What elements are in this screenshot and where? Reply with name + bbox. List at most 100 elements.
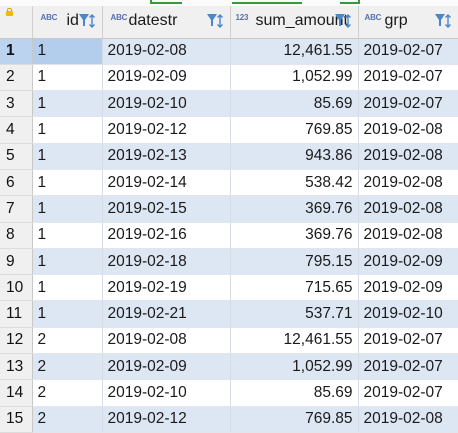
column-header-grp[interactable]: ABC grp: [358, 6, 458, 39]
string-type-icon: ABC: [364, 13, 382, 22]
cell-sum-amount[interactable]: 1,052.99: [230, 64, 359, 92]
column-header-id[interactable]: ABC id: [32, 6, 103, 39]
cell-datestr[interactable]: 2019-02-21: [102, 300, 231, 328]
cell-grp[interactable]: 2019-02-07: [358, 64, 458, 92]
table-row[interactable]: 9 1 2019-02-18 795.15 2019-02-09: [0, 248, 458, 276]
cell-grp[interactable]: 2019-02-07: [358, 327, 458, 355]
cell-sum-amount[interactable]: 12,461.55: [230, 38, 359, 65]
cell-id[interactable]: 1: [32, 90, 103, 118]
table-row[interactable]: 5 1 2019-02-13 943.86 2019-02-08: [0, 143, 458, 170]
row-number[interactable]: 1: [0, 38, 33, 65]
cell-sum-amount[interactable]: 769.85: [230, 116, 359, 144]
cell-datestr[interactable]: 2019-02-12: [102, 406, 231, 433]
row-number[interactable]: 2: [0, 64, 33, 92]
cell-datestr[interactable]: 2019-02-18: [102, 248, 231, 276]
row-number[interactable]: 5: [0, 143, 33, 170]
row-number[interactable]: 12: [0, 327, 33, 355]
row-number[interactable]: 4: [0, 116, 33, 144]
cell-grp[interactable]: 2019-02-09: [358, 248, 458, 276]
cell-datestr[interactable]: 2019-02-16: [102, 222, 231, 249]
cell-grp[interactable]: 2019-02-08: [358, 116, 458, 144]
cell-id[interactable]: 1: [32, 169, 103, 197]
table-row[interactable]: 10 1 2019-02-19 715.65 2019-02-09: [0, 274, 458, 302]
cell-grp[interactable]: 2019-02-08: [358, 406, 458, 433]
cell-id[interactable]: 1: [32, 222, 103, 249]
table-row[interactable]: 13 2 2019-02-09 1,052.99 2019-02-07: [0, 353, 458, 381]
row-number[interactable]: 3: [0, 90, 33, 118]
cell-datestr[interactable]: 2019-02-15: [102, 195, 231, 223]
table-row[interactable]: 15 2 2019-02-12 769.85 2019-02-08: [0, 406, 458, 433]
cell-id[interactable]: 1: [32, 38, 103, 65]
table-row[interactable]: 2 1 2019-02-09 1,052.99 2019-02-07: [0, 64, 458, 92]
cell-id[interactable]: 2: [32, 379, 103, 407]
cell-id[interactable]: 1: [32, 116, 103, 144]
cell-sum-amount[interactable]: 795.15: [230, 248, 359, 276]
table-row[interactable]: 3 1 2019-02-10 85.69 2019-02-07: [0, 90, 458, 118]
cell-sum-amount[interactable]: 12,461.55: [230, 327, 359, 355]
filter-sort-icon[interactable]: [206, 12, 224, 30]
cell-sum-amount[interactable]: 369.76: [230, 195, 359, 223]
row-number[interactable]: 15: [0, 406, 33, 433]
column-header-datestr[interactable]: ABC datestr: [102, 6, 231, 39]
cell-grp[interactable]: 2019-02-09: [358, 274, 458, 302]
cell-id[interactable]: 2: [32, 327, 103, 355]
cell-sum-amount[interactable]: 538.42: [230, 169, 359, 197]
cell-id[interactable]: 2: [32, 353, 103, 381]
cell-sum-amount[interactable]: 85.69: [230, 379, 359, 407]
cell-grp[interactable]: 2019-02-08: [358, 195, 458, 223]
cell-id[interactable]: 1: [32, 300, 103, 328]
cell-datestr[interactable]: 2019-02-10: [102, 379, 231, 407]
cell-datestr[interactable]: 2019-02-10: [102, 90, 231, 118]
filter-sort-icon[interactable]: [434, 12, 452, 30]
cell-id[interactable]: 2: [32, 406, 103, 433]
row-number[interactable]: 14: [0, 379, 33, 407]
cell-datestr[interactable]: 2019-02-12: [102, 116, 231, 144]
column-header-sum-amount[interactable]: 123 sum_amount: [230, 6, 359, 39]
row-number[interactable]: 10: [0, 274, 33, 302]
filter-sort-icon[interactable]: [334, 12, 352, 30]
cell-sum-amount[interactable]: 537.71: [230, 300, 359, 328]
cell-datestr[interactable]: 2019-02-09: [102, 353, 231, 381]
cell-datestr[interactable]: 2019-02-09: [102, 64, 231, 92]
row-number[interactable]: 9: [0, 248, 33, 276]
cell-sum-amount[interactable]: 943.86: [230, 143, 359, 170]
cell-grp[interactable]: 2019-02-08: [358, 143, 458, 170]
cell-sum-amount[interactable]: 1,052.99: [230, 353, 359, 381]
table-row[interactable]: 11 1 2019-02-21 537.71 2019-02-10: [0, 300, 458, 328]
cell-id[interactable]: 1: [32, 64, 103, 92]
cell-grp[interactable]: 2019-02-07: [358, 38, 458, 65]
row-number[interactable]: 11: [0, 300, 33, 328]
cell-datestr[interactable]: 2019-02-14: [102, 169, 231, 197]
cell-grp[interactable]: 2019-02-07: [358, 379, 458, 407]
cell-id[interactable]: 1: [32, 195, 103, 223]
row-number[interactable]: 8: [0, 222, 33, 249]
cell-sum-amount[interactable]: 715.65: [230, 274, 359, 302]
cell-id[interactable]: 1: [32, 248, 103, 276]
cell-datestr[interactable]: 2019-02-19: [102, 274, 231, 302]
row-number[interactable]: 13: [0, 353, 33, 381]
table-row[interactable]: 14 2 2019-02-10 85.69 2019-02-07: [0, 379, 458, 407]
cell-id[interactable]: 1: [32, 143, 103, 170]
cell-id[interactable]: 1: [32, 274, 103, 302]
table-row[interactable]: 12 2 2019-02-08 12,461.55 2019-02-07: [0, 327, 458, 355]
cell-datestr[interactable]: 2019-02-08: [102, 327, 231, 355]
cell-sum-amount[interactable]: 85.69: [230, 90, 359, 118]
cell-datestr[interactable]: 2019-02-08: [102, 38, 231, 65]
table-row[interactable]: 6 1 2019-02-14 538.42 2019-02-08: [0, 169, 458, 197]
grid-corner[interactable]: [0, 6, 33, 39]
cell-datestr[interactable]: 2019-02-13: [102, 143, 231, 170]
cell-grp[interactable]: 2019-02-08: [358, 169, 458, 197]
cell-sum-amount[interactable]: 769.85: [230, 406, 359, 433]
cell-grp[interactable]: 2019-02-10: [358, 300, 458, 328]
filter-sort-icon[interactable]: [78, 12, 96, 30]
table-row[interactable]: 8 1 2019-02-16 369.76 2019-02-08: [0, 222, 458, 249]
row-number[interactable]: 7: [0, 195, 33, 223]
cell-grp[interactable]: 2019-02-07: [358, 353, 458, 381]
table-row[interactable]: 1 1 2019-02-08 12,461.55 2019-02-07: [0, 38, 458, 65]
cell-grp[interactable]: 2019-02-07: [358, 90, 458, 118]
table-row[interactable]: 4 1 2019-02-12 769.85 2019-02-08: [0, 116, 458, 144]
table-row[interactable]: 7 1 2019-02-15 369.76 2019-02-08: [0, 195, 458, 223]
cell-sum-amount[interactable]: 369.76: [230, 222, 359, 249]
cell-grp[interactable]: 2019-02-08: [358, 222, 458, 249]
row-number[interactable]: 6: [0, 169, 33, 197]
